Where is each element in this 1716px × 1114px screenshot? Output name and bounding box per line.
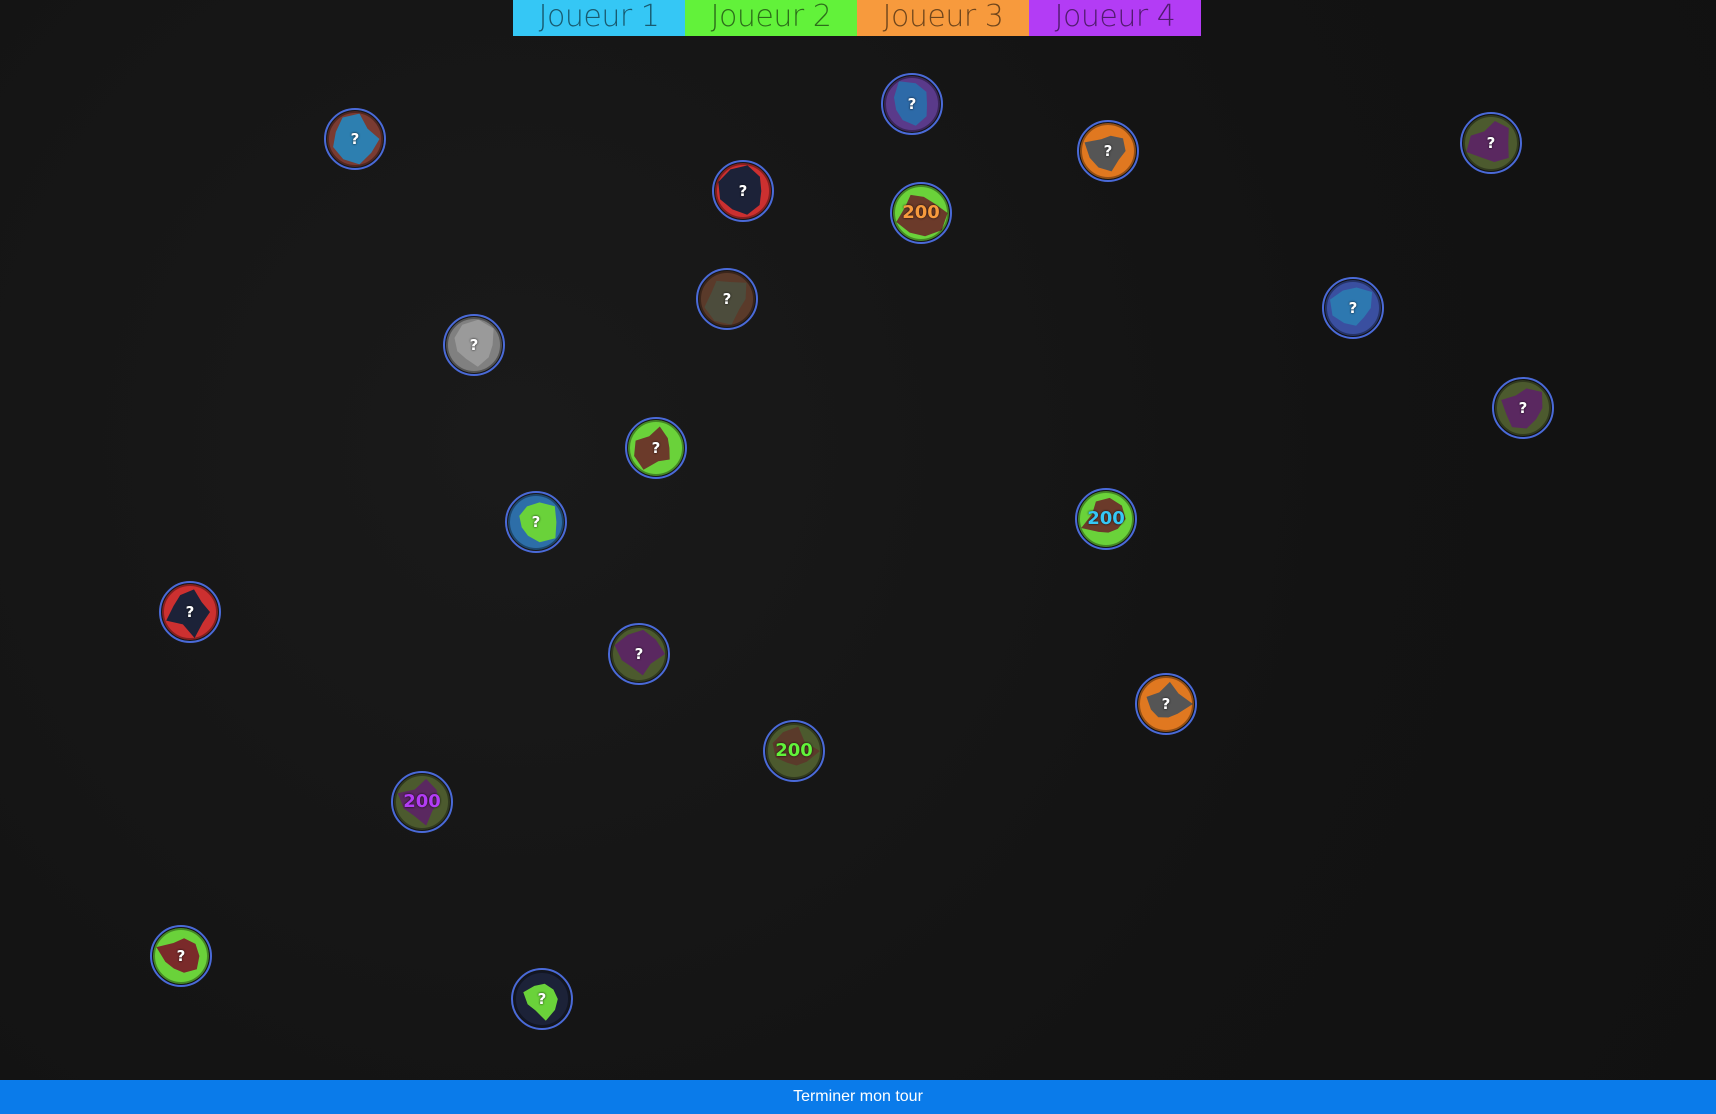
planet-icon bbox=[881, 73, 943, 135]
end-turn-button[interactable]: Terminer mon tour bbox=[0, 1080, 1716, 1114]
planet-1[interactable]: ? bbox=[323, 107, 387, 171]
planet-icon bbox=[391, 771, 453, 833]
planet-icon bbox=[1135, 673, 1197, 735]
tab-player-2[interactable]: Joueur 2 bbox=[685, 0, 857, 36]
planet-18[interactable]: 200 bbox=[390, 770, 454, 834]
planet-icon bbox=[1075, 488, 1137, 550]
planet-icon bbox=[324, 108, 386, 170]
tab-player-1[interactable]: Joueur 1 bbox=[513, 0, 685, 36]
planet-16[interactable]: ? bbox=[1134, 672, 1198, 736]
planet-icon bbox=[443, 314, 505, 376]
planet-17[interactable]: 200 bbox=[762, 719, 826, 783]
planet-20[interactable]: ? bbox=[510, 967, 574, 1031]
tab-player-4[interactable]: Joueur 4 bbox=[1029, 0, 1201, 36]
planet-10[interactable]: ? bbox=[1491, 376, 1555, 440]
planet-15[interactable]: ? bbox=[607, 622, 671, 686]
planet-14[interactable]: ? bbox=[158, 580, 222, 644]
planet-icon bbox=[1077, 120, 1139, 182]
planet-8[interactable]: ? bbox=[442, 313, 506, 377]
planet-icon bbox=[625, 417, 687, 479]
planet-icon bbox=[1322, 277, 1384, 339]
planet-3[interactable]: ? bbox=[711, 159, 775, 223]
player-tabs: Joueur 1 Joueur 2 Joueur 3 Joueur 4 bbox=[513, 0, 1201, 36]
planet-icon bbox=[890, 182, 952, 244]
planet-icon bbox=[696, 268, 758, 330]
planet-icon bbox=[608, 623, 670, 685]
planet-12[interactable]: ? bbox=[504, 490, 568, 554]
planet-7[interactable]: ? bbox=[695, 267, 759, 331]
planet-5[interactable]: ? bbox=[1076, 119, 1140, 183]
planet-icon bbox=[712, 160, 774, 222]
planet-icon bbox=[1492, 377, 1554, 439]
planet-icon bbox=[763, 720, 825, 782]
planet-icon bbox=[1460, 112, 1522, 174]
planet-2[interactable]: ? bbox=[880, 72, 944, 136]
planet-icon bbox=[159, 581, 221, 643]
planet-11[interactable]: ? bbox=[624, 416, 688, 480]
planet-6[interactable]: ? bbox=[1459, 111, 1523, 175]
game-board: Joueur 1 Joueur 2 Joueur 3 Joueur 4 ? ? … bbox=[0, 0, 1716, 1114]
planet-icon bbox=[150, 925, 212, 987]
planet-13[interactable]: 200 bbox=[1074, 487, 1138, 551]
planet-icon bbox=[505, 491, 567, 553]
planet-4[interactable]: 200 bbox=[889, 181, 953, 245]
tab-player-3[interactable]: Joueur 3 bbox=[857, 0, 1029, 36]
planet-9[interactable]: ? bbox=[1321, 276, 1385, 340]
planet-icon bbox=[511, 968, 573, 1030]
planet-19[interactable]: ? bbox=[149, 924, 213, 988]
